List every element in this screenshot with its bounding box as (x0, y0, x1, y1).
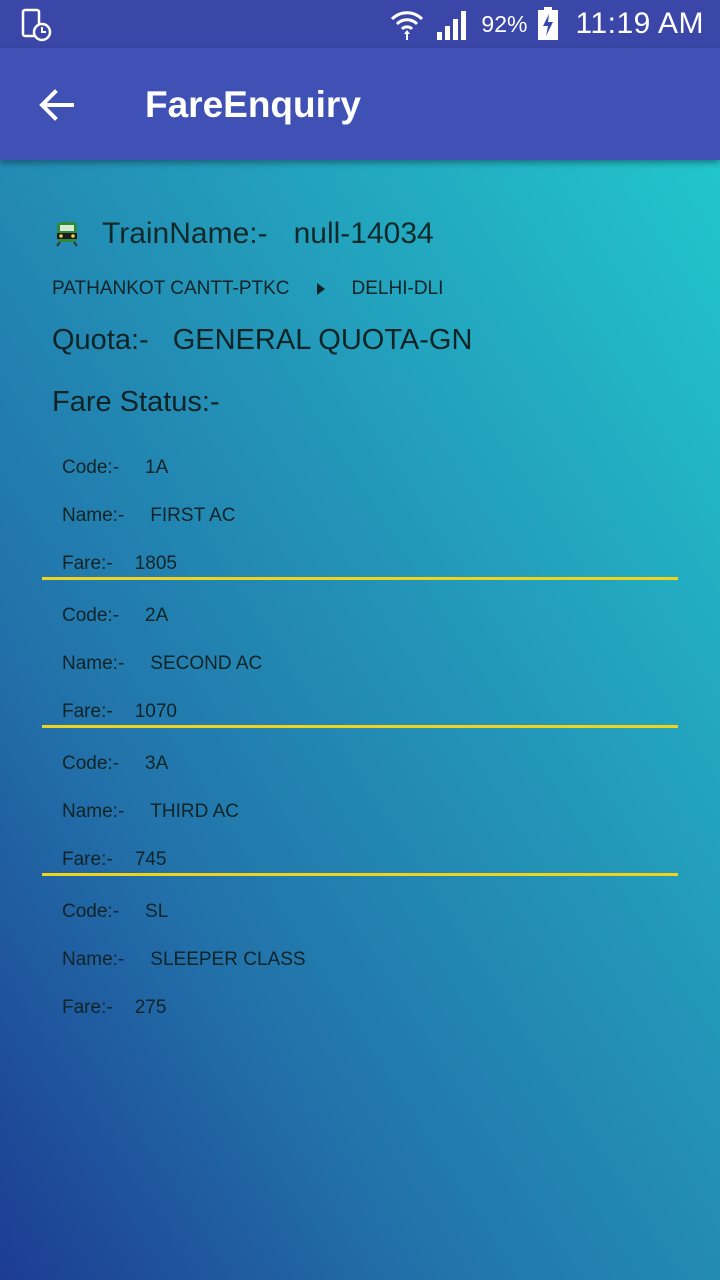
code-value: 2A (145, 605, 169, 626)
fare-status-heading: Fare Status:- (52, 386, 220, 418)
fare-name-line: Name:- SECOND AC (62, 652, 262, 676)
name-label: Name:- (62, 949, 125, 970)
code-label: Code:- (62, 605, 120, 626)
route-to: DELHI-DLI (351, 278, 444, 299)
back-button[interactable] (28, 78, 84, 134)
name-label: Name:- (62, 801, 125, 822)
fare-label: Fare:- (62, 997, 113, 1018)
fare-code-line: Code:- 1A (62, 456, 168, 480)
train-name-row: TrainName:- null-14034 (54, 214, 434, 254)
train-icon (56, 222, 78, 247)
fare-label: Fare:- (62, 701, 113, 722)
status-bar: 92% 11:19 AM (0, 0, 720, 48)
train-name-value: null-14034 (293, 217, 434, 250)
fare-label: Fare:- (62, 553, 113, 574)
fare-amount-line: Fare:- 1070 (62, 700, 177, 724)
phone-clock-icon (21, 8, 52, 42)
fare-name-line: Name:- THIRD AC (62, 800, 239, 824)
quota-value: GENERAL QUOTA-GN (172, 324, 473, 356)
quota-label: Quota:- (52, 324, 149, 356)
fare-value: 1070 (134, 701, 177, 722)
fare-code-line: Code:- 2A (62, 604, 168, 628)
page-title: FareEnquiry (145, 84, 361, 125)
fare-item: Code:- 2A Name:- SECOND AC Fare:- 1070 (42, 594, 678, 742)
name-value: SECOND AC (150, 653, 263, 674)
name-label: Name:- (62, 653, 125, 674)
code-value: SL (145, 901, 169, 922)
app-bar: FareEnquiry (0, 48, 720, 160)
fare-item: Code:- 3A Name:- THIRD AC Fare:- 745 (42, 742, 678, 890)
divider (42, 577, 678, 580)
fare-label: Fare:- (62, 849, 113, 870)
name-value: THIRD AC (150, 801, 239, 822)
fare-amount-line: Fare:- 1805 (62, 552, 177, 576)
content-area: TrainName:- null-14034 PATHANKOT CANTT-P… (0, 160, 720, 1280)
fare-item: Code:- SL Name:- SLEEPER CLASS Fare:- 275 (42, 890, 678, 1038)
name-label: Name:- (62, 505, 125, 526)
route-from: PATHANKOT CANTT-PTKC (52, 278, 290, 299)
fare-code-line: Code:- 3A (62, 752, 168, 776)
battery-charging-icon (538, 7, 559, 40)
divider (42, 725, 678, 728)
code-value: 1A (145, 457, 169, 478)
fare-item: Code:- 1A Name:- FIRST AC Fare:- 1805 (42, 446, 678, 594)
code-label: Code:- (62, 901, 120, 922)
name-value: SLEEPER CLASS (150, 949, 306, 970)
fare-name-line: Name:- FIRST AC (62, 504, 235, 528)
quota-row: Quota:- GENERAL QUOTA-GN (52, 324, 472, 357)
battery-percent: 92% (481, 10, 528, 37)
divider (42, 873, 678, 876)
clock: 11:19 AM (575, 7, 704, 40)
wifi-icon (391, 11, 424, 40)
code-label: Code:- (62, 457, 120, 478)
fare-amount-line: Fare:- 745 (62, 848, 166, 872)
name-value: FIRST AC (150, 505, 236, 526)
fare-value: 745 (134, 849, 167, 870)
code-label: Code:- (62, 753, 120, 774)
triangle-right-icon (316, 283, 325, 295)
signal-icon (437, 11, 467, 40)
fare-list: Code:- 1A Name:- FIRST AC Fare:- 1805 Code:… (42, 446, 678, 1038)
fare-code-line: Code:- SL (62, 900, 168, 924)
route-row: PATHANKOT CANTT-PTKC DELHI-DLI (52, 274, 443, 304)
fare-amount-line: Fare:- 275 (62, 996, 166, 1020)
fare-value: 1805 (134, 553, 177, 574)
code-value: 3A (145, 753, 169, 774)
fare-value: 275 (134, 997, 167, 1018)
train-name-label: TrainName:- (102, 217, 268, 250)
arrow-left-icon (39, 89, 74, 121)
fare-name-line: Name:- SLEEPER CLASS (62, 948, 306, 972)
